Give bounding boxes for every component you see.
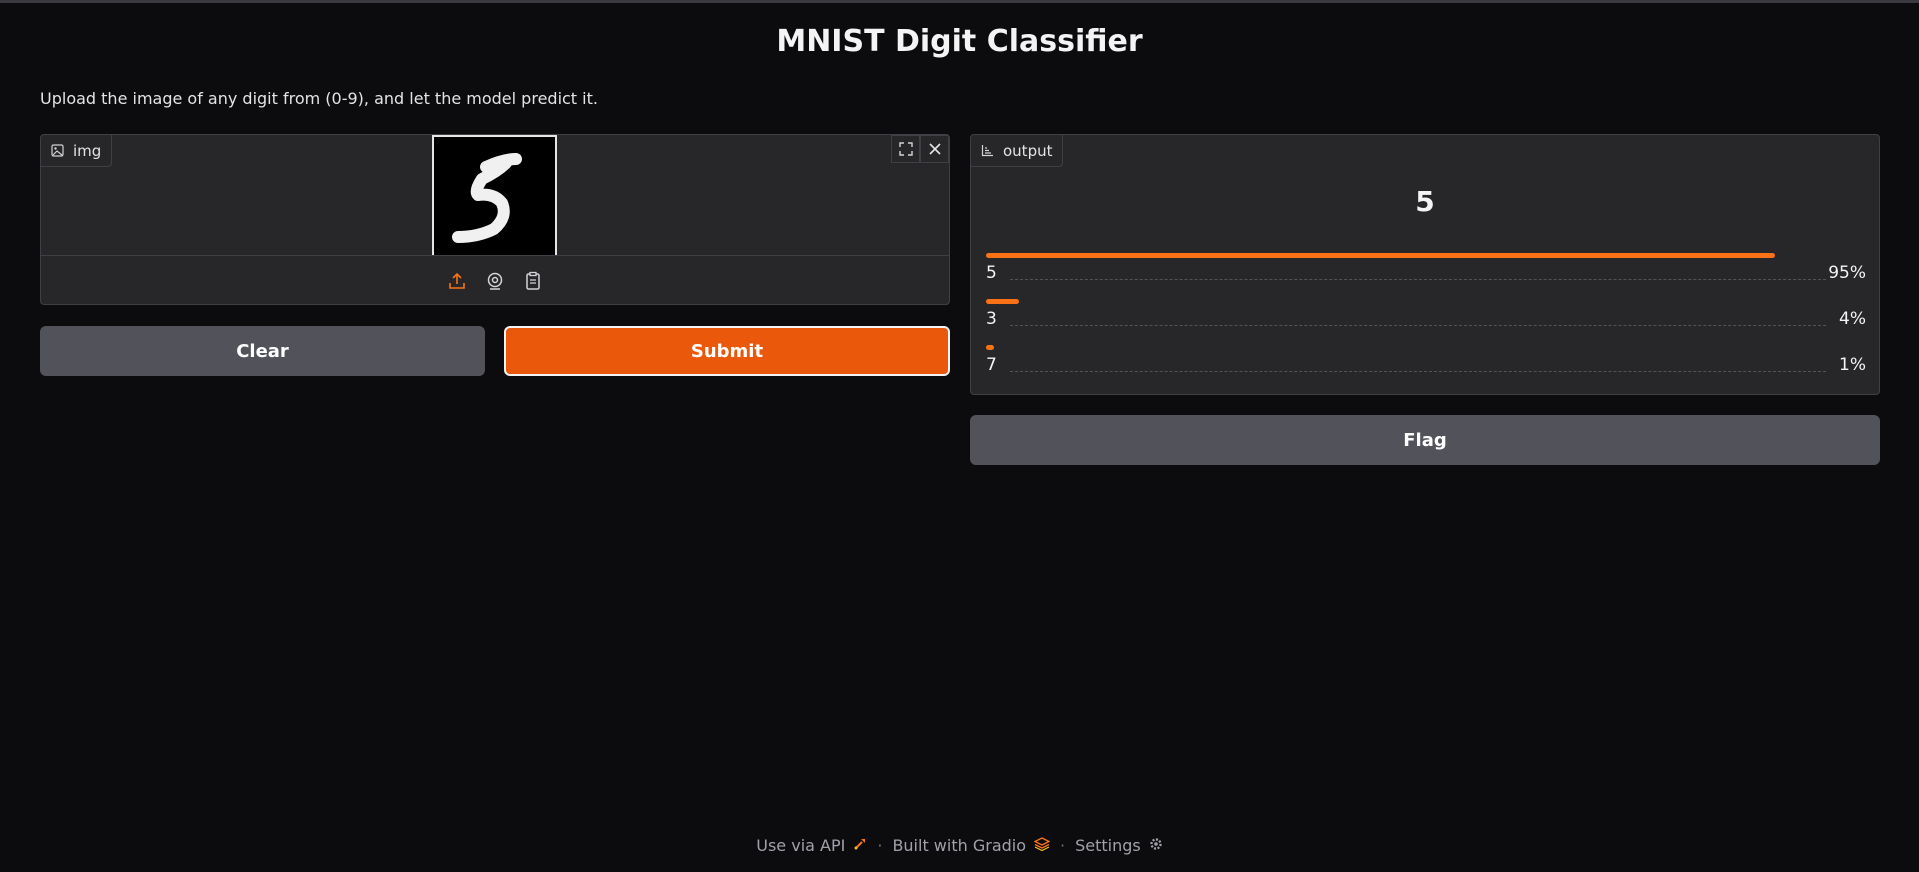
gradio-logo-icon [1033, 836, 1051, 855]
page-title: MNIST Digit Classifier [776, 24, 1143, 59]
confidence-leader-line [1010, 279, 1826, 280]
image-input-label-text: img [73, 141, 102, 160]
built-with-gradio-link[interactable]: Built with Gradio [892, 836, 1051, 855]
output-label: output [971, 135, 1064, 167]
confidence-row: 3 4% [986, 299, 1866, 345]
output-panel: output 5 5 95% 3 4% 7 1% [970, 134, 1880, 395]
footer-separator: · [877, 836, 883, 855]
confidence-leader-line [1010, 371, 1826, 372]
confidence-percent: 95% [1828, 263, 1866, 283]
confidence-bar [986, 253, 1775, 258]
digit-preview-image [432, 135, 557, 255]
image-source-toolbar [41, 255, 949, 305]
image-input-label: img [41, 135, 113, 167]
upload-icon[interactable] [443, 267, 471, 295]
use-via-api-text: Use via API [756, 836, 846, 855]
close-icon[interactable] [920, 135, 949, 163]
flag-button[interactable]: Flag [970, 415, 1880, 465]
footer: Use via API · Built with Gradio · Settin… [0, 836, 1919, 855]
confidence-list: 5 95% 3 4% 7 1% [986, 253, 1866, 391]
rocket-icon [853, 836, 867, 855]
page-description: Upload the image of any digit from (0-9)… [40, 89, 598, 108]
confidence-label: 7 [986, 355, 997, 375]
bar-chart-icon [981, 144, 994, 157]
image-input-panel[interactable]: img [40, 134, 950, 305]
confidence-percent: 1% [1839, 355, 1866, 375]
predicted-label: 5 [1415, 185, 1435, 218]
output-label-text: output [1003, 141, 1053, 160]
fullscreen-icon[interactable] [891, 135, 920, 163]
confidence-row: 7 1% [986, 345, 1866, 391]
confidence-percent: 4% [1839, 309, 1866, 329]
image-icon [51, 144, 64, 157]
settings-link[interactable]: Settings [1075, 836, 1163, 855]
clear-button[interactable]: Clear [40, 326, 485, 376]
confidence-label: 3 [986, 309, 997, 329]
confidence-bar [986, 299, 1019, 304]
settings-text: Settings [1075, 836, 1141, 855]
image-corner-controls [891, 135, 949, 163]
footer-separator: · [1060, 836, 1066, 855]
gear-icon [1149, 836, 1163, 855]
submit-button[interactable]: Submit [504, 326, 950, 376]
confidence-bar [986, 345, 994, 350]
clipboard-icon[interactable] [519, 267, 547, 295]
webcam-icon[interactable] [481, 267, 509, 295]
use-via-api-link[interactable]: Use via API [756, 836, 867, 855]
confidence-leader-line [1010, 325, 1826, 326]
top-border [0, 0, 1919, 3]
confidence-row: 5 95% [986, 253, 1866, 299]
built-with-gradio-text: Built with Gradio [892, 836, 1027, 855]
confidence-label: 5 [986, 263, 997, 283]
